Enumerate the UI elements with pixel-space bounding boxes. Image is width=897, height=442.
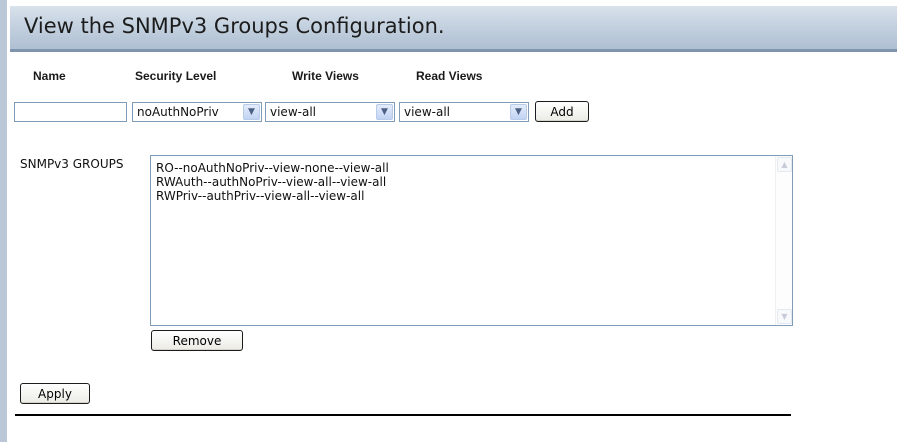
column-header-read-views: Read Views — [416, 69, 483, 83]
page-header: View the SNMPv3 Groups Configuration. — [10, 6, 897, 52]
security-level-select[interactable]: noAuthNoPriv ▼ — [132, 102, 262, 122]
column-header-name: Name — [33, 69, 66, 83]
scroll-up-arrow-icon[interactable]: ▲ — [777, 157, 792, 172]
chevron-down-icon[interactable]: ▼ — [243, 104, 260, 120]
page-frame-top — [7, 0, 897, 4]
snmpv3-groups-label: SNMPv3 GROUPS — [20, 157, 124, 171]
read-views-value: view-all — [404, 105, 450, 119]
chevron-down-icon[interactable]: ▼ — [510, 104, 527, 120]
page-title: View the SNMPv3 Groups Configuration. — [24, 14, 445, 38]
snmpv3-groups-listbox[interactable]: RO--noAuthNoPriv--view-none--view-all RW… — [150, 155, 793, 326]
add-button[interactable]: Add — [535, 101, 589, 122]
security-level-value: noAuthNoPriv — [137, 105, 219, 119]
divider — [15, 414, 791, 416]
group-name-input[interactable] — [14, 102, 127, 122]
vertical-scrollbar[interactable]: ▲ ▼ — [775, 156, 792, 325]
remove-button[interactable]: Remove — [151, 330, 243, 351]
scroll-down-arrow-icon[interactable]: ▼ — [777, 309, 792, 324]
column-header-security-level: Security Level — [135, 69, 217, 83]
write-views-select[interactable]: view-all ▼ — [265, 102, 395, 122]
list-item[interactable]: RO--noAuthNoPriv--view-none--view-all — [156, 161, 389, 175]
apply-button[interactable]: Apply — [20, 383, 90, 404]
column-header-write-views: Write Views — [292, 69, 359, 83]
page-frame-left — [0, 0, 7, 442]
list-item[interactable]: RWPriv--authPriv--view-all--view-all — [156, 189, 389, 203]
write-views-value: view-all — [270, 105, 316, 119]
read-views-select[interactable]: view-all ▼ — [399, 102, 529, 122]
groups-list: RO--noAuthNoPriv--view-none--view-all RW… — [156, 161, 389, 203]
list-item[interactable]: RWAuth--authNoPriv--view-all--view-all — [156, 175, 389, 189]
chevron-down-icon[interactable]: ▼ — [376, 104, 393, 120]
